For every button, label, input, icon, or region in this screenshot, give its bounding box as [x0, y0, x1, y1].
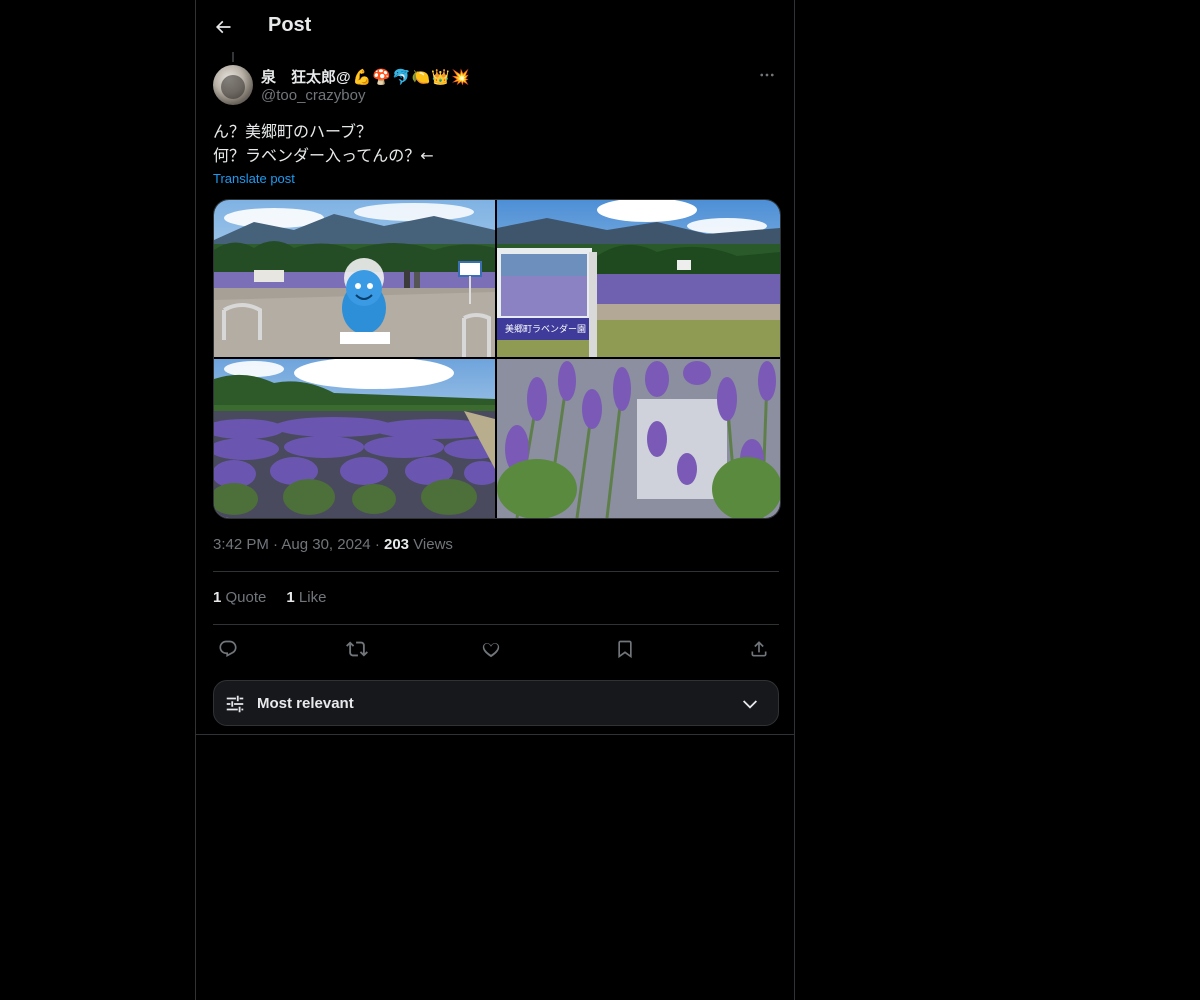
views-label: Views [413, 536, 453, 553]
avatar[interactable] [213, 65, 253, 105]
chevron-down-icon [742, 700, 758, 709]
repost-icon [346, 641, 368, 657]
post-time[interactable]: 3:42 PM [213, 536, 269, 553]
post-stats: 1 Quote 1 Like [213, 589, 326, 606]
mushroom-icon: 🍄 [372, 68, 392, 86]
quotes-stat[interactable]: 1 Quote [213, 589, 266, 606]
sort-replies-dropdown[interactable]: Most relevant [213, 680, 779, 726]
photo-mascot-image [214, 200, 495, 357]
collision-icon: 💥 [451, 68, 470, 86]
photo-lavender-field[interactable] [214, 359, 495, 518]
more-icon [760, 73, 774, 77]
flexed-biceps-icon: 💪 [352, 68, 372, 86]
quotes-count: 1 [213, 589, 222, 606]
repost-button[interactable] [342, 634, 372, 664]
translate-post-link[interactable]: Translate post [213, 171, 295, 186]
sliders-icon [226, 695, 244, 713]
like-button[interactable] [476, 634, 506, 664]
sign-text: 美郷町ラベンダー園 [505, 323, 586, 335]
post-text-line: 何？ラベンダー入ってんの？← [213, 146, 434, 165]
divider [196, 734, 794, 735]
media-grid: 美郷町ラベンダー園 [213, 199, 781, 519]
meta-separator: · [273, 536, 279, 553]
likes-stat[interactable]: 1 Like [286, 589, 326, 606]
heart-icon [482, 643, 500, 658]
author-name-text: 泉 狂太郎@ [261, 69, 351, 86]
views-count: 203 [383, 536, 410, 553]
back-arrow-icon [215, 20, 231, 34]
header: Post [196, 0, 794, 53]
divider [213, 624, 779, 625]
avatar-figure [221, 75, 245, 99]
photo-lavender-closeup[interactable] [497, 359, 780, 518]
post-date[interactable]: Aug 30, 2024 [281, 536, 370, 553]
author-name[interactable]: 泉 狂太郎@ 💪 🍄 🐬 🍋 👑 💥 [261, 66, 470, 87]
quotes-label: Quote [225, 589, 267, 606]
page-title: Post [268, 14, 312, 36]
action-bar [213, 634, 779, 664]
post-column: Post 泉 狂太郎@ 💪 🍄 🐬 🍋 👑 💥 @too_crazyboy ん？… [195, 0, 795, 1000]
post-text: ん？美郷町のハーブ？ 何？ラベンダー入ってんの？← [213, 120, 434, 168]
share-icon [751, 641, 767, 657]
reply-button[interactable] [213, 634, 243, 664]
thread-line [232, 52, 234, 62]
likes-label: Like [298, 589, 327, 606]
meta-separator: · [374, 536, 380, 553]
photo-mascot[interactable] [214, 200, 495, 357]
post-text-line: ん？美郷町のハーブ？ [213, 122, 373, 141]
reply-icon [219, 640, 237, 658]
photo-sign[interactable]: 美郷町ラベンダー園 [497, 200, 780, 357]
photo-lavender-field-image [214, 359, 495, 518]
more-options-button[interactable] [756, 64, 778, 86]
lemon-icon: 🍋 [411, 68, 431, 86]
sort-label: Most relevant [257, 695, 354, 712]
divider [213, 571, 779, 572]
bookmark-button[interactable] [610, 634, 640, 664]
author-emojis: 💪 🍄 🐬 🍋 👑 💥 [353, 68, 470, 86]
dolphin-icon: 🐬 [392, 68, 411, 86]
likes-count: 1 [286, 589, 295, 606]
post-meta: 3:42 PM · Aug 30, 2024 · 203 Views [213, 536, 453, 553]
share-button[interactable] [744, 634, 774, 664]
bookmark-icon [618, 640, 632, 659]
photo-sign-image: 美郷町ラベンダー園 [497, 200, 780, 357]
author-handle[interactable]: @too_crazyboy [261, 87, 365, 104]
photo-lavender-closeup-image [497, 359, 780, 518]
back-button[interactable] [206, 10, 240, 44]
crown-icon: 👑 [431, 68, 451, 86]
